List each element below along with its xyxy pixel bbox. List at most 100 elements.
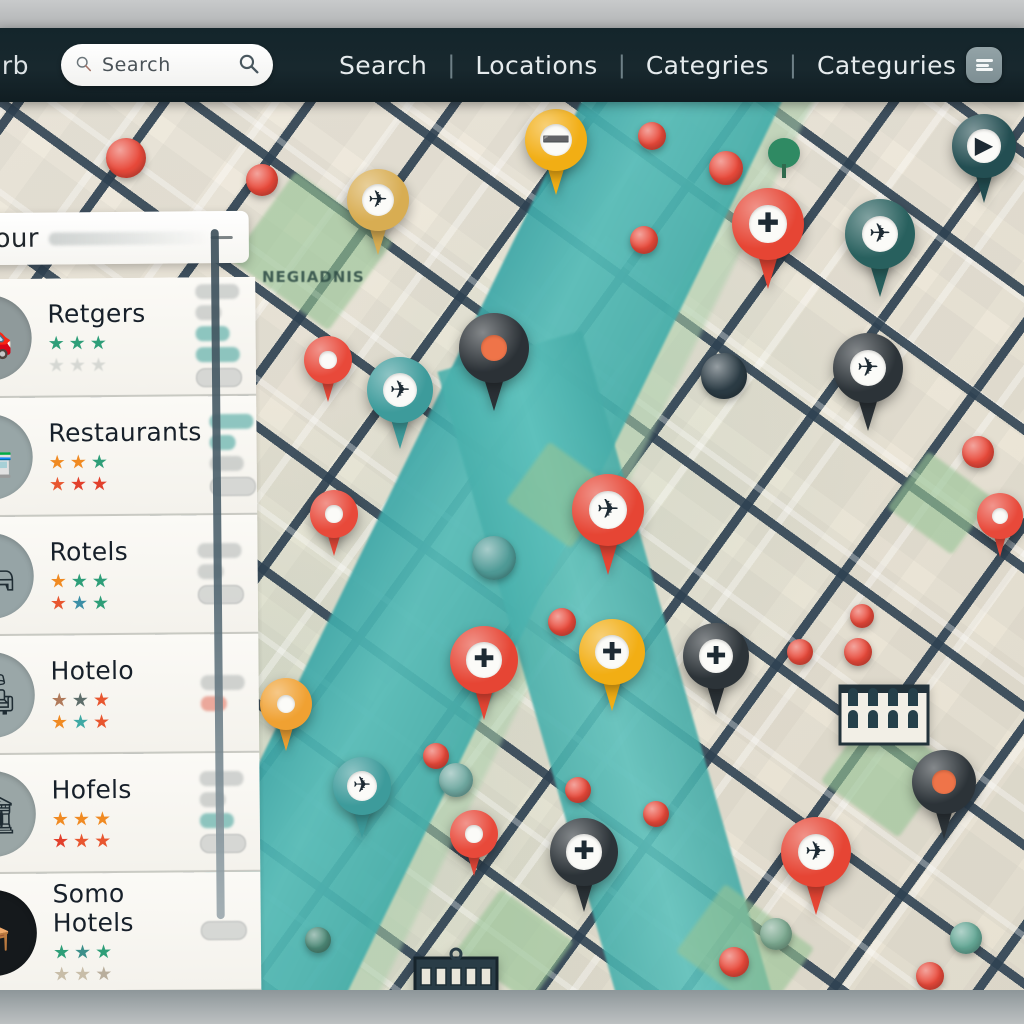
list-item-title: Hotelo [50,655,135,686]
pin-teal-airport-2[interactable]: ✈ [367,357,433,451]
map-marker-dot[interactable] [630,226,658,254]
rating-stars: ★ ★ ★ [49,473,202,496]
star-icon: ★ [53,963,71,986]
pin-darkteal-play[interactable]: ▶ [952,114,1016,205]
map-marker-dot[interactable] [246,164,278,196]
pin-red-hospital[interactable]: ✚ [732,188,804,290]
panel-title: your [0,223,39,255]
map-marker-dot[interactable] [439,763,473,797]
star-icon: ★ [70,569,88,592]
app-brand[interactable]: arb [0,51,39,80]
pin-gold-airport[interactable]: ✈ [347,169,409,257]
map-marker-dot[interactable] [850,604,874,628]
pin-red-airport-2[interactable]: ✈ [781,817,851,916]
rating-stars: ★ ★ ★ [49,569,190,593]
map-marker-dot[interactable] [423,743,449,769]
map-marker-dot[interactable] [950,922,982,954]
rating-stars: ★ ★ ★ [52,829,192,853]
star-icon: ★ [91,591,110,614]
map-marker-dot[interactable] [643,801,669,827]
airplane-icon: ✈ [849,349,887,387]
rating-stars: ★ ★ ★ [52,808,192,831]
rating-stars: ★ ★ ★ [49,451,202,474]
map-marker-dot[interactable] [565,777,591,803]
list-item-meta [195,283,256,388]
map-marker-dot[interactable] [787,639,813,665]
list-item-body: Rotels ★ ★ ★ ★ ★ ★ [33,536,198,615]
pin-head [304,336,352,384]
rating-stars: ★ ★ ★ [51,688,193,712]
pin-dark-airport-1[interactable]: ✈ [833,333,903,432]
search-submit-icon[interactable] [238,53,259,78]
pin-head: ✈ [833,333,903,403]
dot-icon [319,351,337,369]
pin-dark-orange[interactable] [459,313,529,412]
pin-dark-cross-2[interactable]: ✚ [550,818,618,915]
pin-red-cross-2[interactable]: ✚ [450,626,518,723]
map-marker-dot[interactable] [709,151,743,185]
pin-teal-airport-1[interactable]: ✈ [845,199,915,298]
list-item-body: Hotelo ★ ★ ★ ★ ★ ★ [34,655,201,734]
map-marker-dot[interactable] [548,608,576,636]
pin-dark-orange-2[interactable] [912,750,976,841]
thumbnail-glyph: 🛋 [0,671,18,718]
map-marker-dot[interactable] [638,122,666,150]
star-icon: ★ [71,710,90,733]
star-icon: ★ [47,331,65,355]
star-icon: ★ [71,688,89,711]
map-marker-dot[interactable] [844,638,872,666]
cross-icon: ✚ [698,638,734,674]
star-icon: ★ [47,353,66,377]
list-item-meta [200,674,259,711]
map-marker-dot[interactable] [962,436,994,468]
rating-stars: ★ ★ ★ [50,591,190,615]
map-marker-dot[interactable] [701,353,747,399]
pin-head: ▶ [952,114,1016,178]
pin-teal-airport-3[interactable]: ✈ [333,757,391,839]
list-item-meta [197,542,258,605]
pin-red-small-2[interactable] [310,490,358,558]
star-icon: ★ [91,569,110,592]
list-item-title: Restaurants [48,416,202,448]
nav-item-categories-2[interactable]: Categuries [797,51,976,80]
map-marker-dot[interactable] [719,947,749,977]
map-marker-dot[interactable] [916,962,944,990]
storefront-icon: 🏪 [0,413,34,500]
pin-red-airport[interactable]: ✈ [572,474,644,576]
pin-head [310,490,358,538]
list-item-body: Retgers ★ ★ ★ ★ ★ ★ [31,298,196,377]
star-icon: ★ [94,829,112,852]
map-marker-dot[interactable] [472,536,516,580]
nav-item-categories-1[interactable]: Categries [626,51,789,80]
pin-yellow-cross[interactable]: ✚ [579,619,645,713]
pin-orange-small[interactable] [260,678,312,752]
nav-separator-3: | [788,51,797,79]
map-marker-dot[interactable] [760,918,792,950]
star-icon: ★ [95,963,113,986]
pin-dark-cross-1[interactable]: ✚ [683,623,749,717]
cross-icon: ✚ [594,634,630,670]
pin-yellow-lips[interactable]: ➖ [525,109,587,197]
star-icon: ★ [89,353,108,376]
rating-stars: ★ ★ ★ [53,963,193,986]
pin-head: ✈ [333,757,391,815]
search-icon [75,55,92,76]
list-item-title: Hofels [51,774,132,805]
pin-red-small-1[interactable] [304,336,352,404]
nav-item-locations[interactable]: Locations [455,51,617,80]
pin-head: ✚ [579,619,645,685]
rating-stars: ★ ★ ★ [51,710,193,734]
airplane-icon: ✈ [589,491,627,529]
search-input-value[interactable]: Search [102,54,238,76]
pin-red-small-4[interactable] [450,810,498,878]
search-input[interactable]: Search [60,44,273,86]
menu-button[interactable] [966,47,1002,83]
nav-item-search[interactable]: Search [319,51,447,80]
pin-red-small-3[interactable] [977,493,1023,558]
map-marker-dot[interactable] [106,138,146,178]
building-grid-icon [412,946,500,994]
results-list[interactable]: 🚗 Retgers ★ ★ ★ ★ ★ ★ 🏪 Restaurants ★ ★ ★ ★ ★ ★ 🛏 Rotels ★… [0,276,265,1004]
airplane-icon: ✈ [346,770,378,802]
star-icon: ★ [49,569,67,593]
map-marker-dot[interactable] [305,927,331,953]
